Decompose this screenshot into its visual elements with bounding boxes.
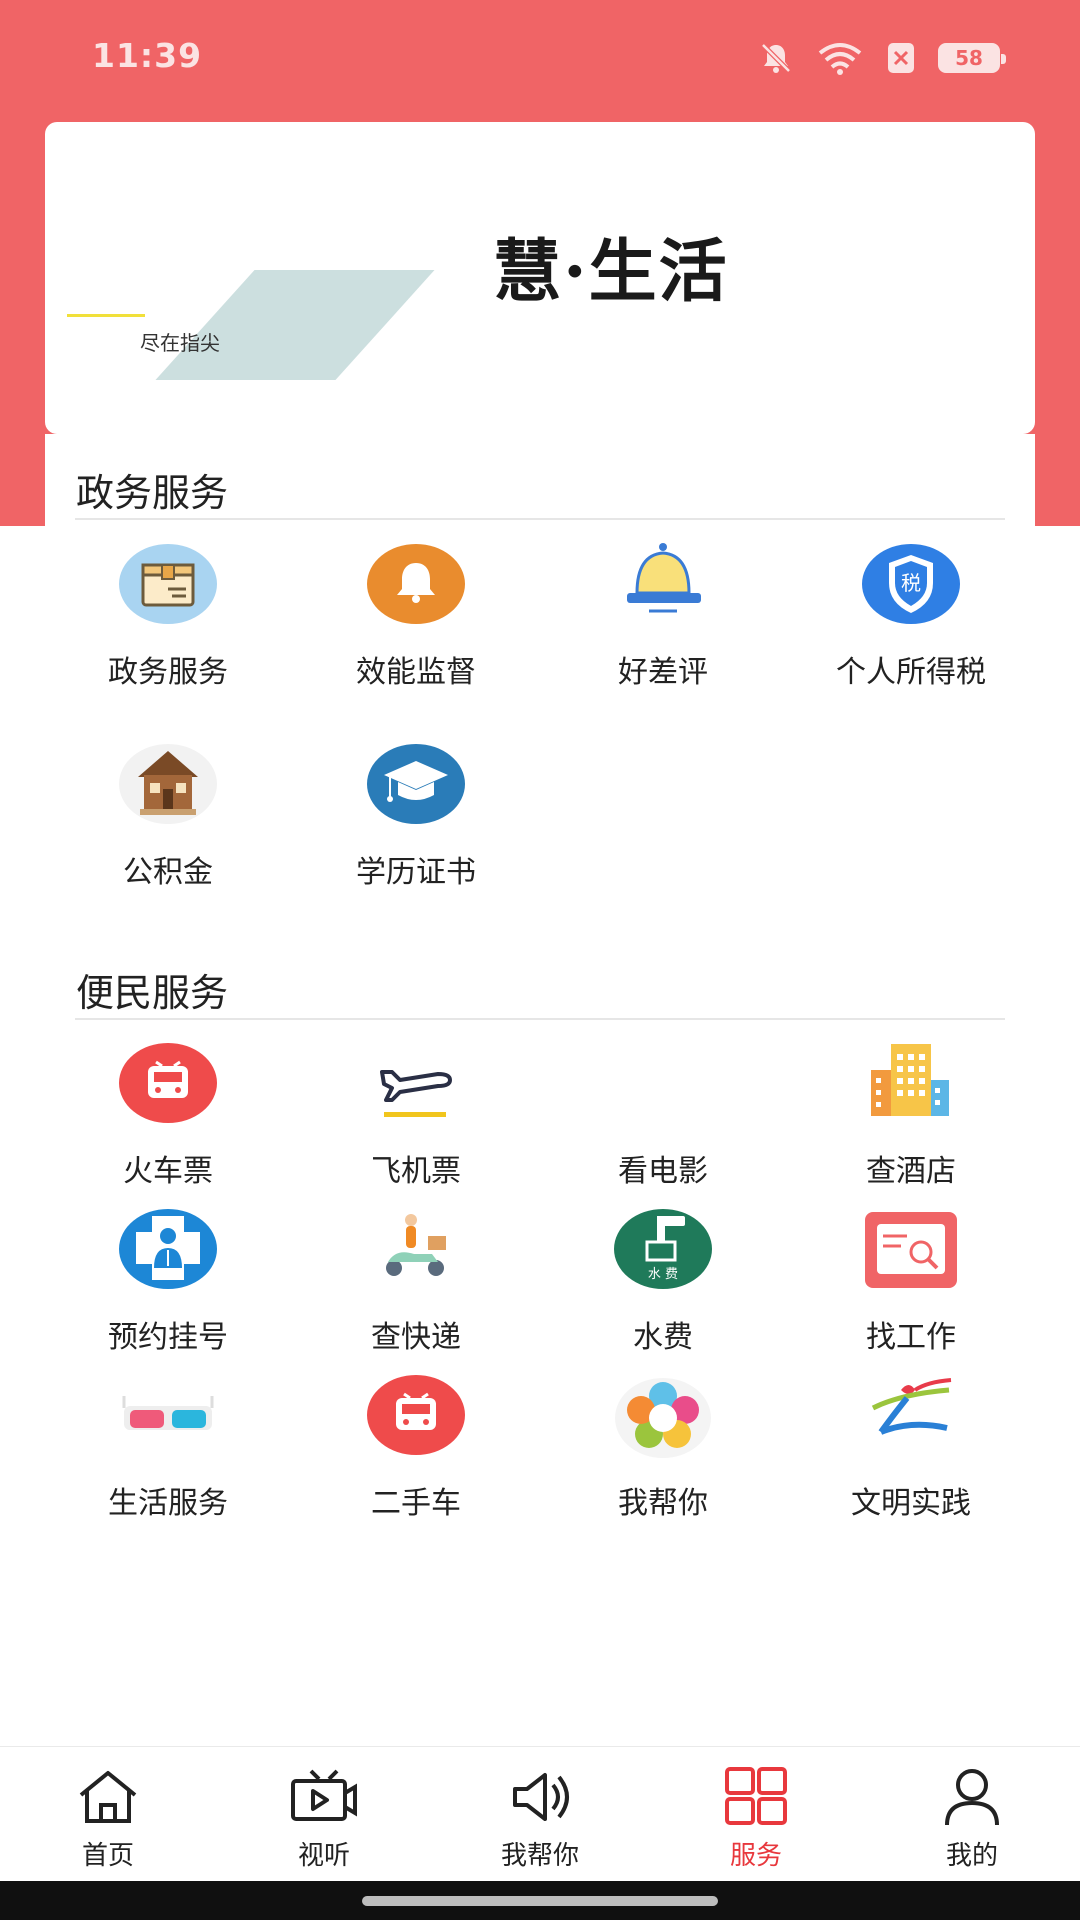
banner[interactable]: 尽在指尖 慧·生活 xyxy=(45,122,1035,434)
status-icons: 58 xyxy=(758,38,1006,78)
service-item-supervision[interactable]: 效能监督 xyxy=(292,537,540,691)
service-item-civilization[interactable]: 文明实践 xyxy=(787,1368,1035,1522)
tab-label: 我的 xyxy=(945,1841,998,1871)
service-label: 找工作 xyxy=(866,1320,956,1355)
section-title-convenience: 便民服务 xyxy=(76,971,229,1015)
service-item-rating[interactable]: 好差评 xyxy=(539,537,787,691)
service-label: 查酒店 xyxy=(866,1154,956,1189)
svg-text:税: 税 xyxy=(901,571,921,595)
section-title-government: 政务服务 xyxy=(76,471,229,515)
tab-label: 首页 xyxy=(81,1841,134,1871)
tab-home[interactable]: 首页 xyxy=(0,1747,216,1881)
section-divider xyxy=(75,1018,1005,1020)
tab-label: 服务 xyxy=(729,1841,782,1871)
banner-decor-shape xyxy=(155,270,435,380)
home-icon xyxy=(79,1771,137,1823)
civilization-logo-icon xyxy=(871,1378,952,1435)
service-item-education-cert[interactable]: 学历证书 xyxy=(292,737,540,891)
battery-level: 58 xyxy=(955,46,983,70)
3d-glasses-icon xyxy=(122,1396,214,1430)
wifi-icon xyxy=(818,43,862,75)
tab-video[interactable]: 视听 xyxy=(216,1747,432,1881)
service-item-job[interactable]: 找工作 xyxy=(787,1202,1035,1356)
system-navigation-bar xyxy=(0,1881,1080,1920)
banner-title: 慧·生活 xyxy=(493,232,729,312)
bell-off-icon xyxy=(761,43,791,73)
bell-icon xyxy=(367,544,465,624)
service-item-water-fee[interactable]: 水 费 水费 xyxy=(539,1202,787,1356)
delivery-scooter-icon xyxy=(386,1214,446,1276)
parcel-box-icon xyxy=(119,544,217,624)
tax-shield-icon: 税 xyxy=(862,544,960,624)
tab-label: 我帮你 xyxy=(500,1841,579,1871)
colorful-flower-icon xyxy=(615,1378,711,1458)
service-label: 生活服务 xyxy=(108,1486,228,1521)
service-item-movie[interactable]: 看电影 xyxy=(539,1036,787,1190)
service-label: 政务服务 xyxy=(108,655,228,690)
water-fee-badge: 水 费 xyxy=(648,1267,678,1282)
service-label: 学历证书 xyxy=(356,855,476,890)
water-fee-icon: 水 费 xyxy=(614,1209,712,1289)
home-gesture-handle[interactable] xyxy=(362,1896,718,1906)
tab-help-you[interactable]: 我帮你 xyxy=(432,1747,648,1881)
hotel-icon xyxy=(871,1044,949,1116)
movie-icon-placeholder xyxy=(613,1036,713,1136)
train-icon xyxy=(119,1043,217,1123)
service-label: 效能监督 xyxy=(356,655,476,690)
service-label: 文明实践 xyxy=(851,1486,971,1521)
section-divider xyxy=(75,518,1005,520)
status-bar: 11:39 58 xyxy=(0,0,1080,115)
used-car-icon xyxy=(367,1375,465,1455)
tab-label: 视听 xyxy=(297,1841,350,1871)
job-search-icon xyxy=(865,1212,957,1288)
service-item-life-service[interactable]: 生活服务 xyxy=(44,1368,292,1522)
service-item-flight-ticket[interactable]: 飞机票 xyxy=(292,1036,540,1190)
graduation-cap-icon xyxy=(367,744,465,824)
sim-off-icon xyxy=(888,43,914,73)
service-item-express[interactable]: 查快递 xyxy=(292,1202,540,1356)
airplane-icon xyxy=(380,1070,452,1117)
service-label: 飞机票 xyxy=(371,1154,461,1189)
user-icon xyxy=(945,1769,999,1826)
battery-indicator: 58 xyxy=(938,43,1006,73)
bottom-tab-bar: 首页 视听 我帮你 服务 我的 xyxy=(0,1746,1080,1881)
service-label: 火车票 xyxy=(123,1154,213,1189)
service-item-train-ticket[interactable]: 火车票 xyxy=(44,1036,292,1190)
service-label: 查快递 xyxy=(371,1320,461,1355)
tv-play-icon xyxy=(291,1769,357,1821)
grid-icon xyxy=(725,1767,787,1825)
status-time: 11:39 xyxy=(92,36,203,75)
service-label: 水费 xyxy=(633,1320,693,1355)
service-item-used-car[interactable]: 二手车 xyxy=(292,1368,540,1522)
service-item-income-tax[interactable]: 税 个人所得税 xyxy=(787,537,1035,691)
service-item-housing-fund[interactable]: 公积金 xyxy=(44,737,292,891)
service-label: 二手车 xyxy=(371,1486,461,1521)
house-icon xyxy=(119,744,217,824)
service-item-government[interactable]: 政务服务 xyxy=(44,537,292,691)
service-label: 个人所得税 xyxy=(836,655,986,690)
speaker-icon xyxy=(513,1773,569,1821)
service-label: 我帮你 xyxy=(618,1486,708,1521)
tab-mine[interactable]: 我的 xyxy=(864,1747,1080,1881)
doctor-icon xyxy=(119,1209,217,1289)
service-label: 预约挂号 xyxy=(108,1320,228,1355)
service-item-appointment[interactable]: 预约挂号 xyxy=(44,1202,292,1356)
service-label: 公积金 xyxy=(123,855,213,890)
desk-bell-icon xyxy=(627,543,701,613)
service-label: 好差评 xyxy=(618,655,708,690)
service-label: 看电影 xyxy=(618,1154,708,1189)
banner-decor-line xyxy=(67,314,145,317)
tab-services[interactable]: 服务 xyxy=(648,1747,864,1881)
banner-subtitle: 尽在指尖 xyxy=(140,331,220,355)
service-item-hotel[interactable]: 查酒店 xyxy=(787,1036,1035,1190)
service-item-help-you[interactable]: 我帮你 xyxy=(539,1368,787,1522)
